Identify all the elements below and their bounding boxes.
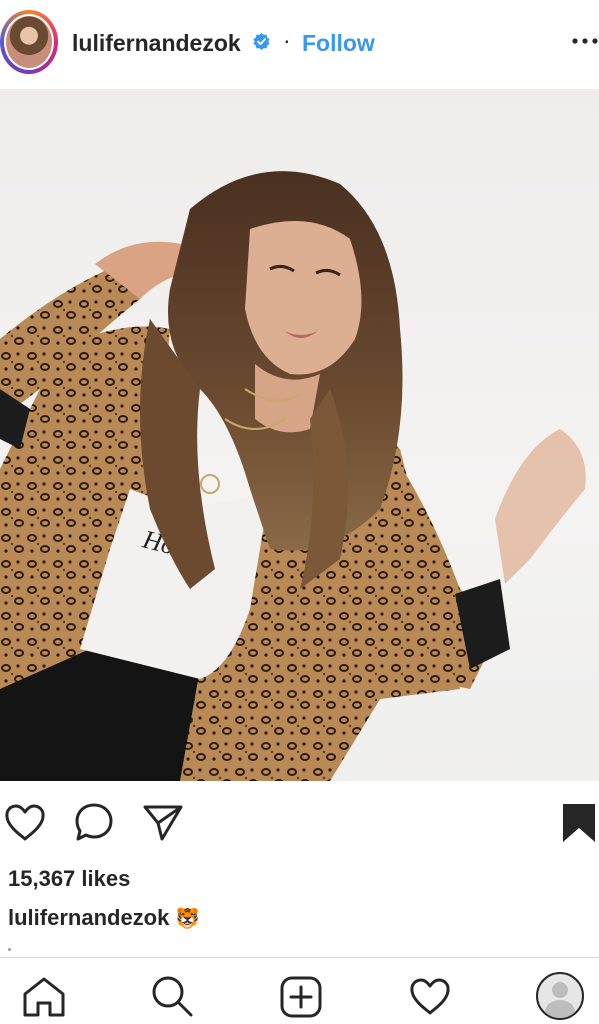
verified-badge-icon — [253, 33, 270, 50]
post-photo-illustration: Honey — [0, 171, 586, 781]
add-post-icon[interactable] — [280, 976, 322, 1018]
search-icon[interactable] — [150, 974, 194, 1018]
post-username[interactable]: lulifernandezok — [72, 30, 241, 57]
likes-count[interactable]: 15,367 likes — [8, 866, 130, 892]
follow-button[interactable]: Follow — [302, 30, 375, 57]
bookmark-icon[interactable] — [561, 802, 597, 844]
caption-emoji: 🐯 — [175, 908, 201, 930]
story-ring[interactable] — [0, 10, 58, 74]
profile-avatar[interactable] — [536, 972, 584, 1020]
post-header: lulifernandezok · Follow — [0, 0, 599, 88]
home-icon[interactable] — [22, 976, 66, 1018]
activity-heart-icon[interactable] — [409, 978, 451, 1016]
bottom-tab-bar — [0, 957, 599, 1024]
header-separator: · — [283, 27, 291, 53]
post-caption: lulifernandezok 🐯 — [8, 905, 200, 931]
avatar[interactable] — [4, 14, 54, 70]
profile-placeholder-head — [552, 982, 568, 998]
heart-icon[interactable] — [4, 804, 46, 842]
more-options-icon[interactable] — [572, 32, 598, 50]
share-icon[interactable] — [142, 804, 184, 842]
comment-icon[interactable] — [73, 802, 115, 844]
profile-placeholder-body — [545, 1000, 575, 1018]
caption-overflow-dot — [8, 948, 11, 951]
caption-username[interactable]: lulifernandezok — [8, 905, 169, 930]
post-photo[interactable]: Honey — [0, 89, 599, 781]
post-actions — [0, 796, 599, 852]
